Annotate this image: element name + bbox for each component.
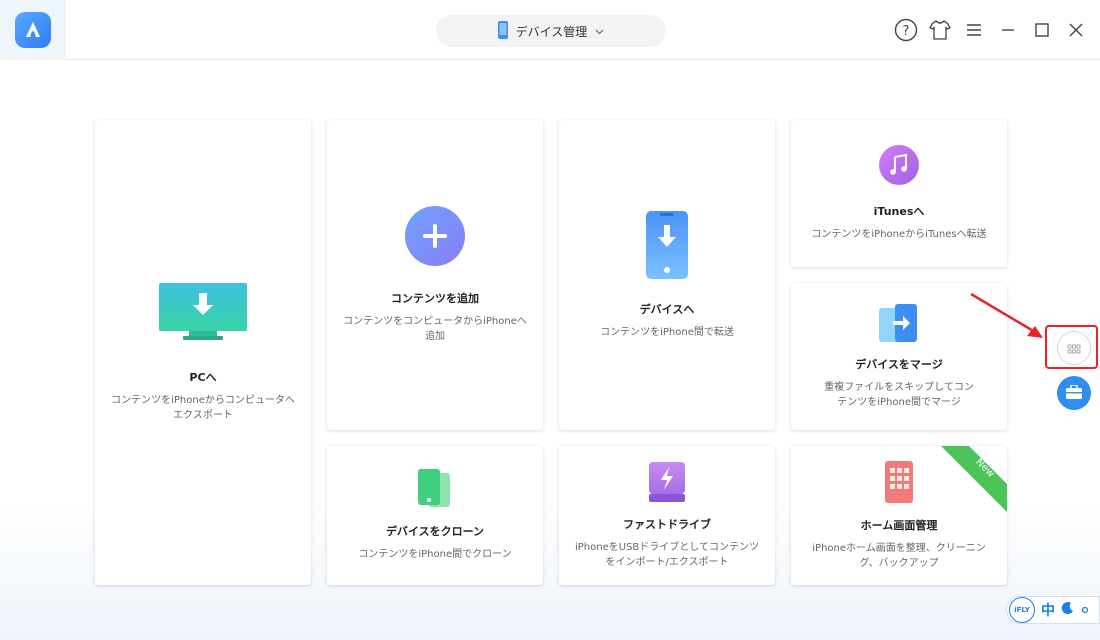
card-title: デバイスをマージ: [855, 357, 943, 371]
more-features-button[interactable]: [1057, 331, 1091, 365]
card-description: コンテンツをiPhoneからiTunesへ転送: [811, 229, 987, 240]
monitor-download-icon: [159, 282, 247, 347]
maximize-icon[interactable]: [1030, 18, 1054, 42]
ime-indicator[interactable]: iFLY 中: [1006, 596, 1100, 624]
card-clone-device[interactable]: デバイスをクローン コンテンツをiPhone間でクローン: [327, 446, 543, 585]
card-title: デバイスをクローン: [385, 525, 485, 538]
ime-lang: 中: [1041, 603, 1055, 619]
help-icon[interactable]: ?: [894, 18, 918, 42]
minimize-icon[interactable]: [996, 18, 1020, 42]
card-description: iPhoneホーム画面を整理、クリーニング、バックアップ: [812, 542, 986, 569]
card-to-pc[interactable]: PCへ コンテンツをiPhoneからコンピュータへエクスポート: [95, 120, 311, 585]
skin-icon[interactable]: [928, 18, 952, 42]
card-title: PCへ: [189, 370, 217, 384]
svg-text:?: ?: [903, 24, 910, 39]
card-title: デバイスへ: [639, 302, 695, 316]
music-icon: [879, 145, 919, 189]
phone-icon: [497, 20, 508, 42]
logo-area: [0, 0, 66, 60]
card-title: ホーム画面管理: [860, 518, 938, 532]
card-home-screen[interactable]: ホーム画面管理 iPhoneホーム画面を整理、クリーニング、バックアップ New: [791, 446, 1007, 585]
device-selector[interactable]: デバイス管理: [436, 15, 666, 47]
home-screen-icon: [885, 460, 913, 507]
phone-download-icon: [646, 210, 688, 283]
grid-icon: [1067, 339, 1081, 358]
close-icon[interactable]: [1064, 18, 1088, 42]
dot-icon: [1081, 602, 1089, 618]
card-description: コンテンツをiPhoneからコンピュータへエクスポート: [111, 394, 295, 421]
clone-icon: [418, 469, 452, 513]
card-description: コンテンツをiPhone間でクローン: [358, 549, 512, 560]
arrow-icon: [970, 292, 1043, 338]
card-title: コンテンツを追加: [391, 292, 479, 305]
card-description: 重複ファイルをスキップしてコンテンツをiPhone間でマージ: [824, 381, 974, 408]
card-add-content[interactable]: コンテンツを追加 コンテンツをコンピュータからiPhoneへ追加: [327, 120, 543, 430]
window-controls: ?: [894, 18, 1088, 42]
card-description: コンテンツをiPhone間で転送: [600, 326, 734, 338]
merge-icon: [879, 303, 919, 348]
card-title: ファストドライブ: [623, 517, 711, 531]
toolbox-icon: [1066, 383, 1082, 403]
device-label: デバイス管理: [515, 24, 588, 39]
card-fast-drive[interactable]: ファストドライブ iPhoneをUSBドライブとしてコンテンツをインポート/エク…: [559, 446, 775, 585]
ifly-badge: iFLY: [1009, 597, 1035, 623]
card-to-device[interactable]: デバイスへ コンテンツをiPhone間で転送: [559, 120, 775, 430]
card-title: iTunesへ: [873, 205, 925, 218]
chevron-down-icon: [595, 24, 604, 38]
menu-icon[interactable]: [962, 18, 986, 42]
app-logo-icon: [15, 12, 51, 48]
toolbox-button[interactable]: [1057, 376, 1091, 410]
fast-drive-icon: [649, 461, 685, 506]
title-bar: デバイス管理 ?: [0, 0, 1100, 60]
card-description: コンテンツをコンピュータからiPhoneへ追加: [343, 316, 527, 342]
card-to-itunes[interactable]: iTunesへ コンテンツをiPhoneからiTunesへ転送: [791, 120, 1007, 267]
card-description: iPhoneをUSBドライブとしてコンテンツをインポート/エクスポート: [575, 541, 759, 568]
new-ribbon: New: [941, 446, 1007, 512]
moon-icon: [1061, 601, 1075, 619]
plus-icon: [405, 206, 465, 270]
